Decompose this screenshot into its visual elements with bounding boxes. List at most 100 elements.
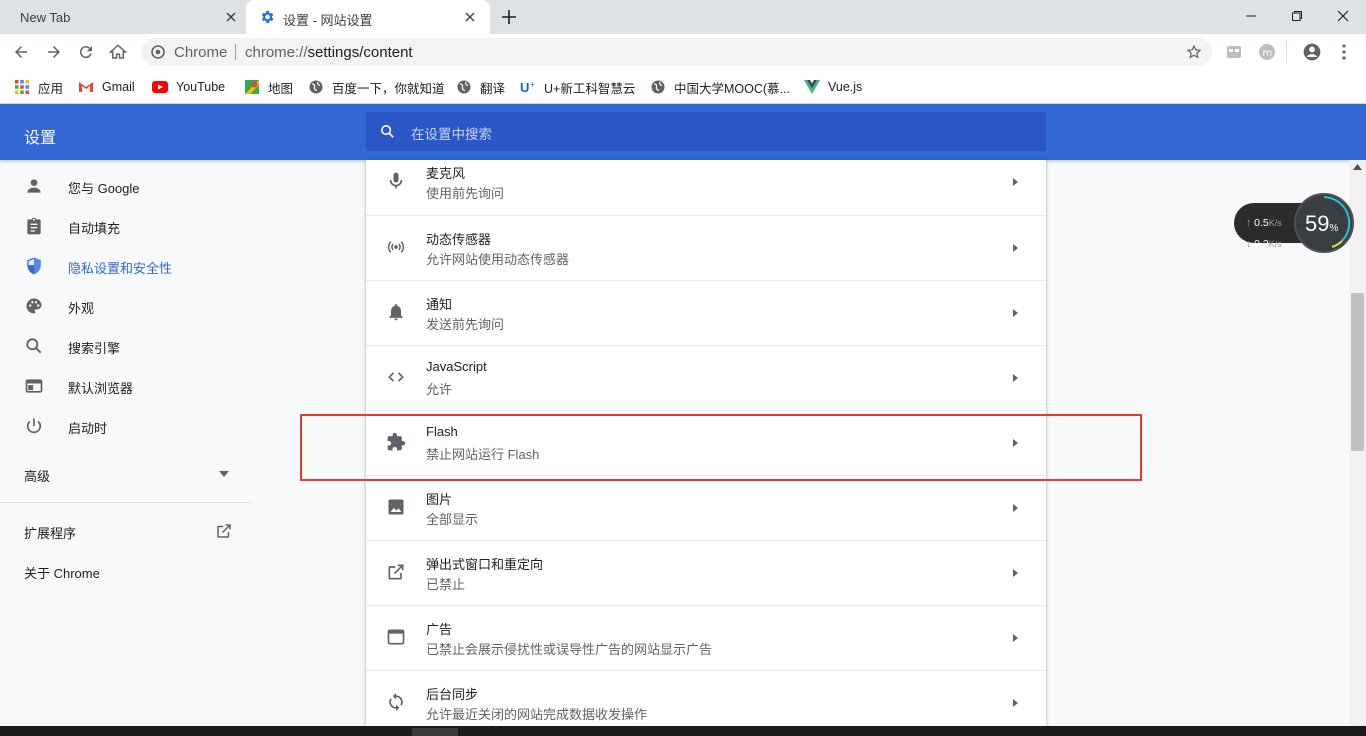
toolbar: Chrome chrome://settings/content m — [0, 34, 1366, 70]
site-setting-row-microphone[interactable]: 麦克风 使用前先询问 — [366, 160, 1046, 215]
profile-avatar-icon[interactable] — [1302, 42, 1322, 62]
memory-percent-value: 59 — [1305, 211, 1330, 236]
ad-window-icon — [386, 627, 406, 647]
address-bar[interactable]: Chrome chrome://settings/content — [141, 38, 1212, 66]
bookmark-star-icon[interactable] — [1186, 44, 1202, 60]
sidebar-item-label: 搜索引擎 — [68, 341, 121, 356]
browser-window-icon — [24, 376, 44, 396]
sensors-icon — [386, 237, 406, 257]
sidebar-item-label: 启动时 — [68, 421, 108, 436]
bookmark-label: Vue.js — [828, 80, 863, 94]
omnibox-divider — [235, 44, 236, 60]
download-speed: ↓ 0.2K/s — [1246, 238, 1282, 250]
sidebar-item-you-and-google[interactable]: 您与 Google — [0, 166, 250, 206]
bookmark-baidu[interactable]: 百度一下，你就知道 — [308, 77, 445, 97]
svg-text:U: U — [520, 80, 529, 94]
close-icon[interactable] — [463, 10, 477, 24]
window-close-icon[interactable] — [1333, 6, 1353, 26]
tab-settings[interactable]: 设置 - 网站设置 — [246, 0, 490, 34]
row-subtitle: 使用前先询问 — [426, 186, 505, 201]
site-setting-row-popups[interactable]: 弹出式窗口和重定向 已禁止 — [366, 540, 1046, 605]
forward-arrow-icon[interactable] — [45, 43, 63, 61]
reload-icon[interactable] — [77, 43, 95, 61]
bookmark-vue[interactable]: Vue.js — [804, 77, 862, 97]
chevron-down-icon — [219, 471, 229, 477]
tab-title: 设置 - 网站设置 — [283, 13, 373, 28]
extension-m-icon[interactable]: m — [1258, 43, 1276, 61]
sidebar-item-label: 隐私设置和安全性 — [68, 261, 173, 276]
bookmark-gmail[interactable]: Gmail — [78, 77, 135, 97]
sidebar-item-extensions[interactable]: 扩展程序 — [0, 511, 250, 551]
svg-text:+: + — [530, 80, 535, 89]
back-arrow-icon[interactable] — [12, 43, 30, 61]
taskbar-app[interactable] — [412, 728, 458, 736]
site-setting-row-motion-sensors[interactable]: 动态传感器 允许网站使用动态传感器 — [366, 215, 1046, 280]
sidebar-item-on-startup[interactable]: 启动时 — [0, 406, 250, 446]
tab-title: New Tab — [20, 10, 71, 25]
bookmark-label: 地图 — [268, 81, 294, 96]
bookmark-youtube[interactable]: YouTube — [152, 77, 225, 97]
maps-icon — [244, 79, 260, 95]
download-value: 0.2 — [1254, 238, 1269, 250]
scroll-up-arrow-icon[interactable] — [1353, 164, 1362, 170]
clipboard-icon — [24, 216, 44, 236]
globe-icon — [650, 79, 666, 95]
site-setting-row-notifications[interactable]: 通知 发送前先询问 — [366, 280, 1046, 345]
close-icon[interactable] — [224, 10, 238, 24]
home-icon[interactable] — [109, 43, 127, 61]
extension-icon[interactable] — [1226, 44, 1242, 60]
bookmark-label: 百度一下，你就知道 — [332, 81, 445, 96]
sidebar-item-privacy[interactable]: 隐私设置和安全性 — [0, 246, 250, 286]
upload-speed: ↑ 0.5K/s — [1246, 217, 1282, 229]
site-setting-row-images[interactable]: 图片 全部显示 — [366, 475, 1046, 540]
svg-text:m: m — [1263, 48, 1273, 59]
bookmark-maps[interactable]: 地图 — [244, 77, 293, 97]
settings-search-input[interactable]: 在设置中搜索 — [366, 112, 1046, 151]
menu-kebab-icon[interactable] — [1336, 43, 1352, 61]
sidebar-item-appearance[interactable]: 外观 — [0, 286, 250, 326]
chrome-logo-icon — [151, 45, 165, 59]
sidebar-item-label: 默认浏览器 — [68, 381, 134, 396]
site-setting-row-ads[interactable]: 广告 已禁止会展示侵扰性或误导性广告的网站显示广告 — [366, 605, 1046, 670]
row-title: 通知 — [426, 297, 453, 312]
open-in-new-icon — [215, 522, 233, 540]
arrow-right-icon — [1010, 698, 1020, 708]
scrollbar-thumb[interactable] — [1351, 293, 1364, 451]
sidebar-item-about-chrome[interactable]: 关于 Chrome — [0, 551, 250, 591]
network-speed-widget[interactable]: ↑ 0.5K/s ↓ 0.2K/s 59% — [1234, 193, 1354, 253]
row-title: 动态传感器 — [426, 232, 492, 247]
url-text[interactable]: chrome://settings/content — [245, 44, 413, 61]
u-plus-icon: U + — [520, 79, 536, 95]
sidebar-item-label: 扩展程序 — [24, 526, 77, 541]
arrow-right-icon — [1010, 308, 1020, 318]
site-setting-row-javascript[interactable]: JavaScript 允许 — [366, 345, 1046, 410]
sidebar-item-label: 自动填充 — [68, 221, 121, 236]
sidebar-advanced-toggle[interactable]: 高级 — [0, 454, 250, 494]
row-title: JavaScript — [426, 359, 487, 374]
sidebar-item-label: 外观 — [68, 301, 95, 316]
bookmark-apps[interactable]: 应用 — [14, 77, 63, 97]
settings-header: 设置 在设置中搜索 — [0, 104, 1366, 160]
bookmark-u-plus[interactable]: U + U+新工科智慧云 — [520, 77, 635, 97]
arrow-right-icon — [1010, 503, 1020, 513]
sidebar-item-autofill[interactable]: 自动填充 — [0, 206, 250, 246]
new-tab-plus-icon[interactable] — [500, 8, 518, 26]
restore-icon[interactable] — [1287, 6, 1307, 26]
arrow-right-icon — [1010, 243, 1020, 253]
row-subtitle: 允许网站使用动态传感器 — [426, 252, 570, 267]
row-subtitle: 已禁止 — [426, 577, 466, 592]
search-placeholder: 在设置中搜索 — [411, 127, 492, 142]
minimize-icon[interactable] — [1241, 6, 1261, 26]
row-title: 图片 — [426, 492, 453, 507]
sidebar-item-default-browser[interactable]: 默认浏览器 — [0, 366, 250, 406]
bookmark-mooc[interactable]: 中国大学MOOC(慕... — [650, 77, 790, 97]
bookmark-label: 应用 — [38, 81, 64, 96]
row-title: 后台同步 — [426, 687, 479, 702]
sidebar-item-label: 关于 Chrome — [24, 566, 100, 581]
sidebar-item-search-engine[interactable]: 搜索引擎 — [0, 326, 250, 366]
globe-icon — [308, 79, 324, 95]
apps-grid-icon — [14, 79, 30, 95]
tab-new-tab[interactable]: New Tab — [0, 0, 246, 34]
bookmark-translate[interactable]: 翻译 — [456, 77, 505, 97]
bell-icon — [386, 302, 406, 322]
